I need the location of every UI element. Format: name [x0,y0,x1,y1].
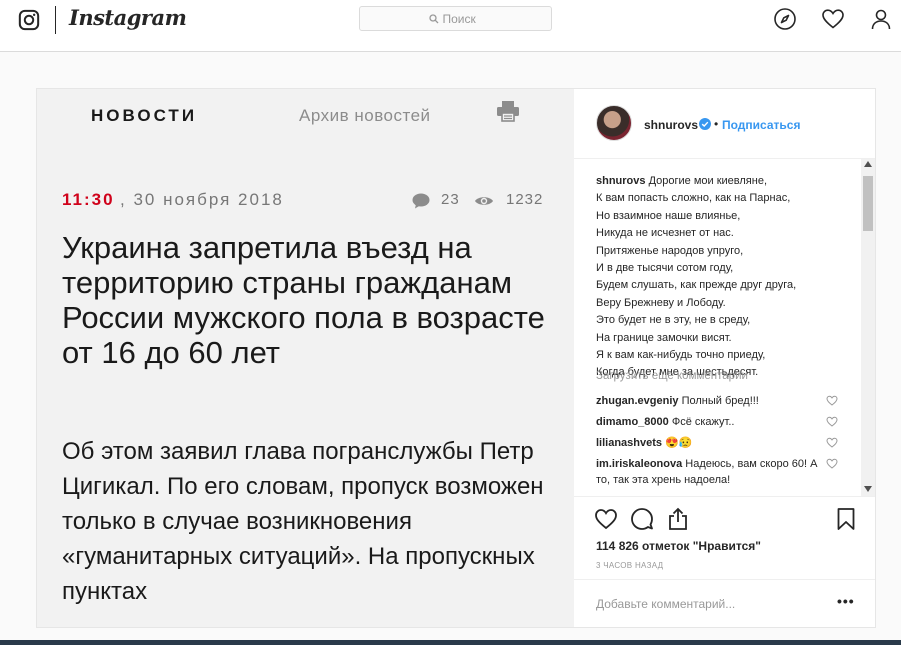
instagram-logo-icon[interactable] [18,9,40,31]
comments-scrollbar[interactable] [861,159,875,496]
logo-divider [55,6,56,34]
post-image[interactable]: НОВОСТИ Архив новостей 11:30 , 30 ноября… [37,89,574,627]
bookmark-save-icon[interactable] [834,507,858,531]
top-navigation-bar: Instagram [0,0,901,52]
printer-icon [497,101,519,122]
post-sidebar: shnurovs • Подписаться shnurovs Дорогие … [574,89,875,627]
post-card: НОВОСТИ Архив новостей 11:30 , 30 ноября… [36,88,876,628]
comment-item: im.iriskaleonova Надеюсь, вам скоро 60! … [596,456,828,488]
comment-username[interactable]: im.iriskaleonova [596,458,682,470]
post-timestamp[interactable]: 3 ЧАСОВ НАЗАД [596,561,663,570]
eye-icon [475,197,493,205]
add-comment-input[interactable] [596,592,816,616]
add-comment-section: ••• [574,579,875,627]
comment-bubble-icon[interactable] [630,507,654,531]
verified-badge-icon [699,118,711,130]
likes-count[interactable]: 114 826 отметок "Нравится" [596,539,761,553]
caption-line: Веру Брежневу и Лободу. [596,296,726,309]
caption-line: Я к вам как-нибудь точно приеду, [596,349,766,362]
comment-like-heart-icon[interactable] [826,416,838,427]
load-more-comments-link[interactable]: Загрузить еще комментарии [596,370,748,382]
article-body: Об этом заявил глава погранслужбы Петр Ц… [62,438,544,605]
comment-username[interactable]: zhugan.evgeniy [596,395,679,407]
comment-item: zhugan.evgeniy Полный бред!!! [596,393,828,409]
caption-line: Но взаимное наше влиянье, [596,209,741,222]
post-username[interactable]: shnurovs [644,118,698,132]
comment-text: Фсё скажут.. [671,416,735,428]
caption-line: Дорогие мои киевляне, [648,175,768,187]
caption-username[interactable]: shnurovs [596,175,646,187]
follow-button[interactable]: Подписаться [722,118,800,132]
news-tab-label: НОВОСТИ [91,106,198,125]
scrollbar-thumb[interactable] [863,176,873,231]
comments-list[interactable]: shnurovs Дорогие мои киевляне, К вам поп… [574,159,875,496]
article-comments-count: 23 [441,191,460,208]
like-heart-icon[interactable] [594,507,618,531]
header-dot-separator: • [714,117,719,131]
avatar[interactable] [596,105,632,141]
comment-like-heart-icon[interactable] [826,458,838,469]
actions-divider [574,496,875,497]
activity-heart-icon[interactable] [821,7,845,31]
comment-item: lilianashvets 😍😥 [596,435,828,451]
more-options-icon[interactable]: ••• [837,593,855,609]
caption-line: На границе замочки висят. [596,331,732,344]
search-input[interactable] [442,11,483,26]
article-meta: 11:30 , 30 ноября 2018 23 1232 [62,190,552,214]
archive-tab-label: Архив новостей [299,106,431,125]
nav-icons [773,7,893,31]
caption-line: Никуда не исчезнет от нас. [596,227,734,240]
caption-line: И в две тысячи сотом году, [596,262,734,275]
caption-line: Будем слушать, как прежде друг друга, [596,279,797,292]
comment-username[interactable]: lilianashvets [596,437,662,449]
comment-like-heart-icon[interactable] [826,395,838,406]
profile-user-icon[interactable] [869,7,893,31]
search-box[interactable] [359,6,552,31]
comment-text: 😍😥 [665,437,693,449]
comment-text: Полный бред!!! [681,395,759,407]
caption-line: Это будет не в эту, не в среду, [596,314,751,327]
taskbar-edge [0,640,901,645]
post-caption: shnurovs Дорогие мои киевляне, К вам поп… [596,173,846,382]
share-upload-icon[interactable] [666,507,690,531]
caption-line: К вам попасть сложно, как на Парнас, [596,192,791,205]
speech-bubble-icon [412,193,430,209]
caption-line: Притяженье народов упруго, [596,244,744,257]
article-time: 11:30 [62,190,115,209]
post-header: shnurovs • Подписаться [574,89,875,159]
article-views-count: 1232 [506,191,544,208]
search-icon [428,13,438,23]
explore-compass-icon[interactable] [773,7,797,31]
comment-like-heart-icon[interactable] [826,437,838,448]
comment-username[interactable]: dimamo_8000 [596,416,669,428]
scroll-down-arrow-icon[interactable] [864,486,872,492]
article-headline: Украина запретила въезд на территорию ст… [62,230,545,370]
comment-item: dimamo_8000 Фсё скажут.. [596,414,828,430]
scroll-up-arrow-icon[interactable] [864,161,872,167]
article-date: , 30 ноября 2018 [120,190,284,209]
instagram-wordmark[interactable]: Instagram [69,5,187,30]
